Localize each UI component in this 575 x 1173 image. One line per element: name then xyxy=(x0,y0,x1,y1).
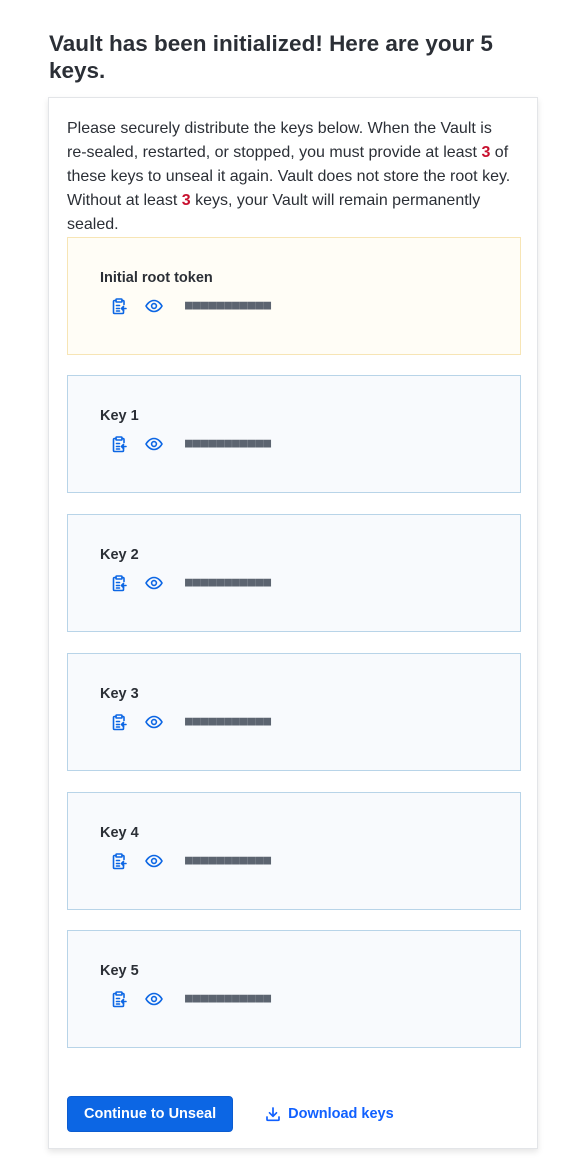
key-box-4: Key 4 ■■■■■■■■■■■ xyxy=(67,792,521,910)
clipboard-copy-icon xyxy=(112,435,127,452)
clipboard-copy-icon xyxy=(112,852,127,869)
copy-button[interactable] xyxy=(109,851,129,871)
reveal-button[interactable] xyxy=(144,573,164,593)
key-label: Key 1 xyxy=(100,408,139,424)
clipboard-copy-icon xyxy=(112,574,127,591)
key-box-2: Key 2 ■■■■■■■■■■■ xyxy=(67,514,521,632)
key-controls: ■■■■■■■■■■■ xyxy=(109,572,271,594)
key-controls: ■■■■■■■■■■■ xyxy=(109,850,271,872)
download-keys-label: Download keys xyxy=(288,1106,394,1122)
eye-icon xyxy=(145,299,163,313)
key-controls: ■■■■■■■■■■■ xyxy=(109,988,271,1010)
reveal-button[interactable] xyxy=(144,989,164,1009)
reveal-button[interactable] xyxy=(144,296,164,316)
eye-icon xyxy=(145,854,163,868)
copy-button[interactable] xyxy=(109,573,129,593)
intro-text: Please securely distribute the keys belo… xyxy=(67,117,512,237)
key-label: Key 3 xyxy=(100,686,139,702)
masked-value: ■■■■■■■■■■■ xyxy=(185,436,272,451)
key-label: Key 2 xyxy=(100,547,139,563)
threshold-count: 3 xyxy=(481,144,491,161)
clipboard-copy-icon xyxy=(112,297,127,314)
reveal-button[interactable] xyxy=(144,712,164,732)
eye-icon xyxy=(145,437,163,451)
key-label: Key 5 xyxy=(100,963,139,979)
reveal-button[interactable] xyxy=(144,851,164,871)
keys-card: Please securely distribute the keys belo… xyxy=(48,97,538,1149)
masked-value: ■■■■■■■■■■■ xyxy=(185,991,272,1006)
clipboard-copy-icon xyxy=(112,990,127,1007)
masked-value: ■■■■■■■■■■■ xyxy=(185,298,272,313)
eye-icon xyxy=(145,992,163,1006)
key-box-1: Key 1 ■■■■■■■■■■■ xyxy=(67,375,521,493)
threshold-count: 3 xyxy=(181,192,191,209)
copy-button[interactable] xyxy=(109,989,129,1009)
masked-value: ■■■■■■■■■■■ xyxy=(185,714,272,729)
key-box-3: Key 3 ■■■■■■■■■■■ xyxy=(67,653,521,771)
key-controls: ■■■■■■■■■■■ xyxy=(109,295,271,317)
copy-button[interactable] xyxy=(109,296,129,316)
key-controls: ■■■■■■■■■■■ xyxy=(109,711,271,733)
page-title: Vault has been initialized! Here are you… xyxy=(49,31,493,83)
intro-text-part-1: Please securely distribute the keys belo… xyxy=(67,120,492,161)
clipboard-copy-icon xyxy=(112,713,127,730)
eye-icon xyxy=(145,576,163,590)
eye-icon xyxy=(145,715,163,729)
masked-value: ■■■■■■■■■■■ xyxy=(185,853,272,868)
download-keys-link[interactable]: Download keys xyxy=(265,1106,394,1122)
copy-button[interactable] xyxy=(109,712,129,732)
key-controls: ■■■■■■■■■■■ xyxy=(109,433,271,455)
root-token-box: Initial root token ■■■■■■■■■■■ xyxy=(67,237,521,355)
continue-to-unseal-button[interactable]: Continue to Unseal xyxy=(67,1096,234,1132)
download-icon xyxy=(265,1106,281,1122)
copy-button[interactable] xyxy=(109,434,129,454)
reveal-button[interactable] xyxy=(144,434,164,454)
masked-value: ■■■■■■■■■■■ xyxy=(185,575,272,590)
key-label: Initial root token xyxy=(100,270,213,286)
key-label: Key 4 xyxy=(100,825,139,841)
actions-bar: Continue to Unseal Download keys xyxy=(67,1096,394,1132)
key-box-5: Key 5 ■■■■■■■■■■■ xyxy=(67,930,521,1048)
